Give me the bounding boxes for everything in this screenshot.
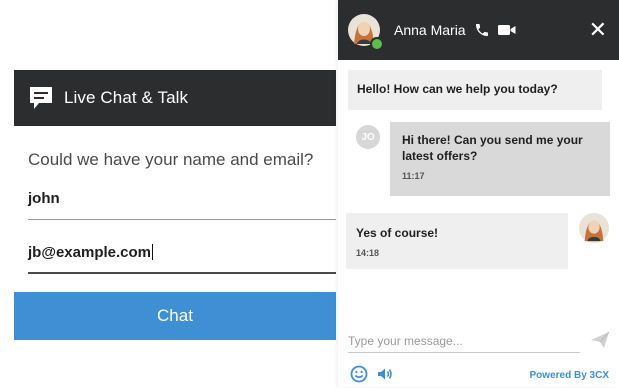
powered-by-label[interactable]: Powered By 3CX — [530, 370, 609, 381]
name-underline — [28, 219, 336, 220]
message-time: 11:17 — [402, 171, 425, 181]
chat-window: Anna Maria ✕ Hello! How can we help you … — [338, 0, 619, 387]
prechat-form: Live Chat & Talk Could we have your name… — [14, 70, 336, 370]
speaker-icon[interactable] — [376, 365, 394, 388]
message-text: Yes of course! — [356, 226, 439, 240]
message-text: Hi there! Can you send me your latest of… — [402, 133, 583, 163]
chat-header: Anna Maria ✕ — [338, 0, 619, 60]
form-question: Could we have your name and email? — [28, 150, 314, 169]
message-visitor: Hi there! Can you send me your latest of… — [390, 122, 610, 196]
email-underline — [28, 272, 336, 274]
agent-reply-avatar — [579, 213, 609, 243]
email-field[interactable]: jb@example.com — [28, 244, 336, 274]
message-input-underline — [348, 352, 580, 353]
message-text: Hello! How can we help you today? — [357, 82, 558, 96]
form-title: Live Chat & Talk — [64, 88, 189, 107]
agent-avatar — [348, 14, 384, 51]
emoji-icon[interactable] — [350, 365, 368, 388]
agent-name: Anna Maria — [394, 22, 466, 38]
email-value: jb@example.com — [28, 244, 152, 261]
message-time: 14:18 — [356, 248, 380, 258]
name-value: john — [28, 190, 60, 207]
close-button[interactable]: ✕ — [589, 19, 607, 41]
send-icon[interactable] — [590, 330, 610, 355]
chat-button[interactable]: Chat — [14, 292, 336, 340]
online-status-dot — [370, 37, 384, 51]
phone-icon[interactable] — [474, 22, 490, 38]
video-icon[interactable] — [497, 23, 516, 37]
text-caret — [152, 244, 154, 260]
message-agent-reply: Yes of course! 14:18 — [346, 213, 568, 269]
message-input[interactable]: Type your message... — [348, 334, 580, 348]
form-header: Live Chat & Talk — [14, 70, 336, 126]
name-field[interactable]: john — [28, 190, 336, 220]
chat-bubble-icon — [26, 83, 56, 113]
message-agent-greeting: Hello! How can we help you today? — [348, 70, 602, 110]
visitor-avatar: JO — [356, 125, 380, 149]
